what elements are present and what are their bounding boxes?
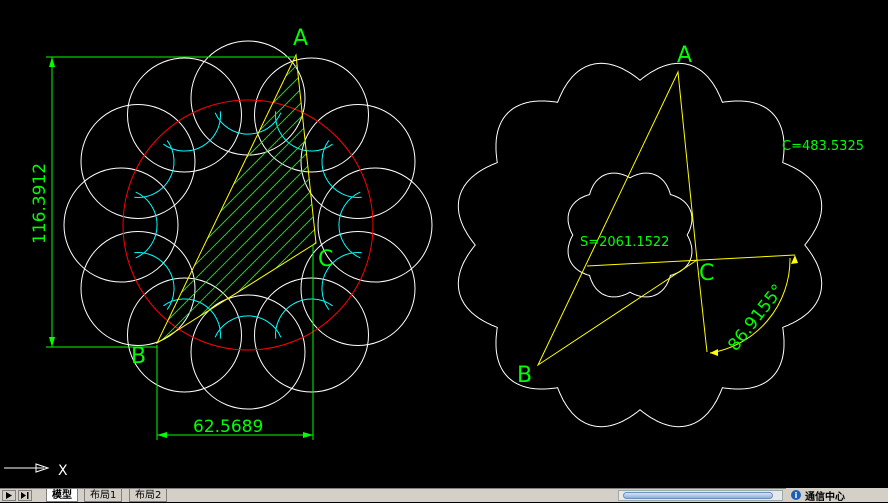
drawing-canvas[interactable]: 116.3912 62.5689 A B C S=2061.1522 C=483… (0, 0, 888, 488)
hatch-line (478, 60, 778, 360)
tab-layout1[interactable]: 布局1 (84, 489, 123, 502)
hatch-line (295, 59, 316, 343)
horizontal-scrollbar[interactable] (618, 490, 783, 501)
communication-center[interactable]: i 通信中心 (786, 488, 888, 503)
hatch-line (520, 60, 820, 360)
hatch-line (225, 59, 316, 343)
hatch-line (0, 60, 148, 360)
point-b-label-right: B (517, 363, 532, 388)
point-b-label: B (131, 344, 146, 369)
hatch-line (422, 60, 722, 360)
hatch-line (548, 60, 848, 360)
inner-cyan-arcs (134, 111, 362, 339)
ucs-axis-label: X (58, 463, 68, 479)
area-label: S=2061.1522 (580, 235, 669, 250)
hatch-line (408, 60, 708, 360)
triangle-hatch (0, 59, 848, 360)
point-a-label: A (293, 26, 308, 51)
ring-circle (190, 294, 306, 410)
hatch-line (0, 60, 134, 360)
hatch-line (0, 60, 120, 360)
ring-circle (63, 167, 179, 283)
cyan-arc (321, 140, 362, 198)
point-c-label: C (318, 247, 333, 272)
hatch-line (436, 60, 736, 360)
hatch-line (380, 60, 680, 360)
hatch-line (534, 60, 834, 360)
hatch-line (157, 59, 316, 343)
cyan-arc (134, 140, 175, 198)
point-a-label-right: A (677, 43, 692, 68)
hatch-line (157, 59, 316, 343)
hatch-line (157, 59, 316, 343)
ring-circle (317, 167, 433, 283)
hatch-line (450, 60, 750, 360)
tab-layout2[interactable]: 布局2 (129, 489, 168, 502)
interlaced-rings (63, 40, 433, 410)
cyan-arc (163, 298, 221, 339)
cyan-arc (275, 298, 333, 339)
left-figure: 116.3912 62.5689 A B C (0, 26, 848, 440)
info-icon: i (791, 490, 801, 500)
hatch-line (0, 60, 106, 360)
cyan-arc (214, 112, 282, 135)
tab-model[interactable]: 模型 (46, 489, 78, 502)
hatch-line (352, 60, 652, 360)
last-tab-button[interactable] (18, 490, 32, 501)
hatch-line (394, 60, 694, 360)
prev-tab-button[interactable] (2, 490, 16, 501)
dimension-vertical-text: 116.3912 (30, 163, 50, 244)
ucs-icon: X (4, 463, 68, 479)
dimension-horizontal-text: 62.5689 (193, 417, 263, 437)
cyan-arc (135, 191, 158, 259)
right-figure: S=2061.1522 C=483.5325 86.9155° A B C (457, 43, 864, 428)
perimeter-label: C=483.5325 (782, 139, 864, 154)
hatch-line (157, 59, 316, 343)
hatch-line (157, 59, 316, 343)
hatch-line (366, 60, 666, 360)
red-circle (122, 99, 374, 351)
cyan-arc (214, 315, 282, 338)
triangle-right-bar-icon (21, 492, 29, 499)
point-c-label-right: C (699, 261, 714, 286)
hatch-line (157, 59, 316, 343)
cyan-arc (163, 111, 221, 152)
layout-tab-bar: 模型 布局1 布局2 (0, 488, 888, 502)
hatch-line (338, 60, 638, 360)
triangle-right-icon (6, 492, 12, 499)
hatch-line (183, 59, 316, 343)
cyan-arc (338, 191, 361, 259)
ring-circle (190, 40, 306, 156)
communication-center-label: 通信中心 (805, 491, 845, 503)
scrollbar-thumb[interactable] (623, 492, 773, 499)
hatch-line (281, 59, 316, 343)
angle-label: 86.9155° (724, 281, 788, 355)
cyan-arc (134, 252, 175, 310)
